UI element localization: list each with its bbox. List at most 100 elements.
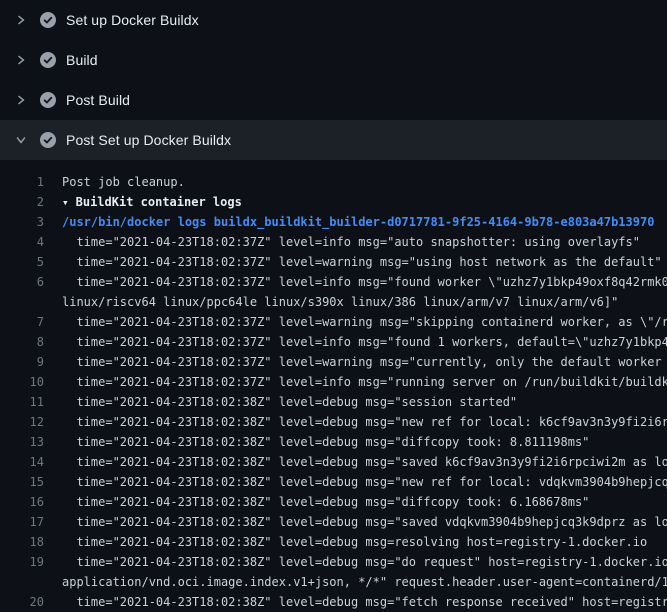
chevron-right-icon bbox=[14, 54, 28, 66]
log-line: linux/riscv64 linux/ppc64le linux/s390x … bbox=[0, 292, 667, 312]
log-line-text: time="2021-04-23T18:02:38Z" level=debug … bbox=[44, 472, 667, 492]
log-line-text: time="2021-04-23T18:02:37Z" level=info m… bbox=[44, 232, 667, 252]
log-line: 5 time="2021-04-23T18:02:37Z" level=warn… bbox=[0, 252, 667, 272]
log-line-number[interactable]: 9 bbox=[0, 352, 44, 372]
log-line-number[interactable]: 8 bbox=[0, 332, 44, 352]
log-text: time="2021-04-23T18:02:37Z" level=warnin… bbox=[62, 355, 667, 369]
log-line-text: time="2021-04-23T18:02:38Z" level=debug … bbox=[44, 432, 667, 452]
log-text: Post job cleanup. bbox=[62, 175, 185, 189]
log-line-text: time="2021-04-23T18:02:38Z" level=debug … bbox=[44, 452, 667, 472]
log-line-text: time="2021-04-23T18:02:38Z" level=debug … bbox=[44, 532, 667, 552]
log-text: time="2021-04-23T18:02:38Z" level=debug … bbox=[62, 515, 667, 529]
log-text: time="2021-04-23T18:02:37Z" level=info m… bbox=[62, 275, 667, 289]
log-line-text: time="2021-04-23T18:02:37Z" level=warnin… bbox=[44, 312, 667, 332]
log-text: time="2021-04-23T18:02:38Z" level=debug … bbox=[62, 595, 667, 609]
log-line-text: time="2021-04-23T18:02:38Z" level=debug … bbox=[44, 512, 667, 532]
log-line-number[interactable]: 16 bbox=[0, 492, 44, 512]
log-line-number[interactable]: 5 bbox=[0, 252, 44, 272]
log-line: 4 time="2021-04-23T18:02:37Z" level=info… bbox=[0, 232, 667, 252]
log-line-text: time="2021-04-23T18:02:38Z" level=debug … bbox=[44, 492, 667, 512]
log-text: time="2021-04-23T18:02:38Z" level=debug … bbox=[62, 475, 667, 489]
log-text: time="2021-04-23T18:02:38Z" level=debug … bbox=[62, 555, 667, 569]
log-line-text: time="2021-04-23T18:02:37Z" level=info m… bbox=[44, 332, 667, 352]
log-line-text: time="2021-04-23T18:02:37Z" level=info m… bbox=[44, 372, 667, 392]
log-line-number[interactable]: 10 bbox=[0, 372, 44, 392]
log-text: time="2021-04-23T18:02:38Z" level=debug … bbox=[62, 415, 667, 429]
log-line: 6 time="2021-04-23T18:02:37Z" level=info… bbox=[0, 272, 667, 292]
log-text: time="2021-04-23T18:02:38Z" level=debug … bbox=[62, 435, 589, 449]
log-line: 7 time="2021-04-23T18:02:37Z" level=warn… bbox=[0, 312, 667, 332]
log-line-number[interactable]: 19 bbox=[0, 552, 44, 572]
log-line-number[interactable]: 14 bbox=[0, 452, 44, 472]
log-line-number[interactable]: 2 bbox=[0, 192, 44, 212]
log-line: 18 time="2021-04-23T18:02:38Z" level=deb… bbox=[0, 532, 667, 552]
log-line-text: time="2021-04-23T18:02:38Z" level=debug … bbox=[44, 392, 667, 412]
log-line: 15 time="2021-04-23T18:02:38Z" level=deb… bbox=[0, 472, 667, 492]
log-line: 10 time="2021-04-23T18:02:37Z" level=inf… bbox=[0, 372, 667, 392]
log-line-number[interactable]: 20 bbox=[0, 592, 44, 612]
log-line-number[interactable]: 1 bbox=[0, 172, 44, 192]
log-line-text: time="2021-04-23T18:02:37Z" level=warnin… bbox=[44, 252, 667, 272]
log-line-text: Post job cleanup. bbox=[44, 172, 667, 192]
log-line-number[interactable]: 15 bbox=[0, 472, 44, 492]
log-line: 2 ▾ BuildKit container logs bbox=[0, 192, 667, 212]
step-row-build[interactable]: Build bbox=[0, 40, 667, 80]
log-text: application/vnd.oci.image.index.v1+json,… bbox=[62, 575, 667, 589]
log-line-text: time="2021-04-23T18:02:38Z" level=debug … bbox=[44, 552, 667, 572]
log-text: time="2021-04-23T18:02:38Z" level=debug … bbox=[62, 535, 647, 549]
log-line-number[interactable]: 11 bbox=[0, 392, 44, 412]
log-line: 16 time="2021-04-23T18:02:38Z" level=deb… bbox=[0, 492, 667, 512]
log-text: time="2021-04-23T18:02:38Z" level=debug … bbox=[62, 395, 517, 409]
log-line: 3 /usr/bin/docker logs buildx_buildkit_b… bbox=[0, 212, 667, 232]
step-title: Build bbox=[66, 52, 98, 68]
log-text: linux/riscv64 linux/ppc64le linux/s390x … bbox=[62, 295, 618, 309]
log-text: time="2021-04-23T18:02:37Z" level=info m… bbox=[62, 235, 640, 249]
chevron-right-icon bbox=[14, 94, 28, 106]
log-line-text: /usr/bin/docker logs buildx_buildkit_bui… bbox=[44, 212, 667, 232]
step-title: Set up Docker Buildx bbox=[66, 12, 199, 28]
log-line-text: ▾ BuildKit container logs bbox=[44, 192, 667, 213]
log-line-number[interactable]: 17 bbox=[0, 512, 44, 532]
log-line-text: time="2021-04-23T18:02:38Z" level=debug … bbox=[44, 592, 667, 612]
log-text: time="2021-04-23T18:02:38Z" level=debug … bbox=[62, 455, 667, 469]
log-line-number[interactable]: 18 bbox=[0, 532, 44, 552]
log-line-number[interactable]: 6 bbox=[0, 272, 44, 292]
log-text: time="2021-04-23T18:02:38Z" level=debug … bbox=[62, 495, 589, 509]
log-text: time="2021-04-23T18:02:37Z" level=warnin… bbox=[62, 255, 662, 269]
log-line-text: application/vnd.oci.image.index.v1+json,… bbox=[44, 572, 667, 592]
log-viewer: 1 Post job cleanup. 2 ▾ BuildKit containe… bbox=[0, 160, 667, 612]
chevron-right-icon bbox=[14, 14, 28, 26]
log-text: BuildKit container logs bbox=[76, 195, 242, 209]
log-line-text: time="2021-04-23T18:02:38Z" level=debug … bbox=[44, 412, 667, 432]
log-line: 12 time="2021-04-23T18:02:38Z" level=deb… bbox=[0, 412, 667, 432]
log-text: time="2021-04-23T18:02:37Z" level=info m… bbox=[62, 375, 667, 389]
log-line: 1 Post job cleanup. bbox=[0, 172, 667, 192]
log-line: application/vnd.oci.image.index.v1+json,… bbox=[0, 572, 667, 592]
log-line-text: time="2021-04-23T18:02:37Z" level=warnin… bbox=[44, 352, 667, 372]
log-line: 8 time="2021-04-23T18:02:37Z" level=info… bbox=[0, 332, 667, 352]
log-line-number[interactable]: 12 bbox=[0, 412, 44, 432]
log-line-number[interactable]: 7 bbox=[0, 312, 44, 332]
step-row-post-set-up-docker-buildx[interactable]: Post Set up Docker Buildx bbox=[0, 120, 667, 160]
group-toggle-icon[interactable]: ▾ bbox=[62, 196, 69, 209]
log-line: 13 time="2021-04-23T18:02:38Z" level=deb… bbox=[0, 432, 667, 452]
log-line: 14 time="2021-04-23T18:02:38Z" level=deb… bbox=[0, 452, 667, 472]
step-row-post-build[interactable]: Post Build bbox=[0, 80, 667, 120]
check-circle-icon bbox=[40, 12, 56, 28]
log-line-number[interactable]: 3 bbox=[0, 212, 44, 232]
log-line-number[interactable]: 4 bbox=[0, 232, 44, 252]
step-row-set-up-docker-buildx[interactable]: Set up Docker Buildx bbox=[0, 0, 667, 40]
steps-list: Set up Docker Buildx Build Post Build Po… bbox=[0, 0, 667, 160]
log-line: 11 time="2021-04-23T18:02:38Z" level=deb… bbox=[0, 392, 667, 412]
check-circle-icon bbox=[40, 132, 56, 148]
log-text: /usr/bin/docker logs buildx_buildkit_bui… bbox=[62, 215, 654, 229]
log-line: 9 time="2021-04-23T18:02:37Z" level=warn… bbox=[0, 352, 667, 372]
log-line-text: linux/riscv64 linux/ppc64le linux/s390x … bbox=[44, 292, 667, 312]
chevron-down-icon bbox=[14, 134, 28, 146]
check-circle-icon bbox=[40, 52, 56, 68]
log-line-number[interactable]: 13 bbox=[0, 432, 44, 452]
log-line-text: time="2021-04-23T18:02:37Z" level=info m… bbox=[44, 272, 667, 292]
log-line: 19 time="2021-04-23T18:02:38Z" level=deb… bbox=[0, 552, 667, 572]
check-circle-icon bbox=[40, 92, 56, 108]
log-text: time="2021-04-23T18:02:37Z" level=info m… bbox=[62, 335, 667, 349]
